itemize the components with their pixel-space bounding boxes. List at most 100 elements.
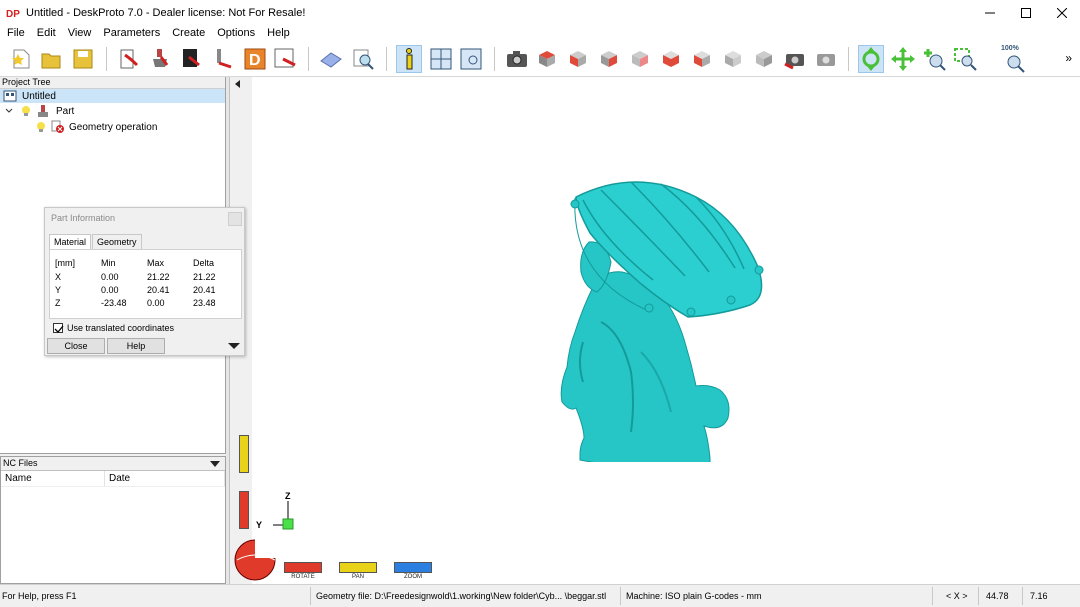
row-min: 0.00 [101, 285, 119, 295]
camera-forward-icon [817, 54, 835, 66]
next-view-button[interactable] [813, 45, 839, 73]
view-left-button[interactable] [658, 45, 684, 73]
menu-parameters[interactable]: Parameters [103, 27, 160, 39]
menu-file[interactable]: File [7, 27, 25, 39]
menu-edit[interactable]: Edit [37, 27, 56, 39]
menu-create[interactable]: Create [172, 27, 205, 39]
zoom-in-icon [924, 49, 946, 71]
beggar-3d-model[interactable] [531, 172, 791, 462]
zoom-100-button[interactable]: 100% [1000, 45, 1030, 73]
menu-help[interactable]: Help [267, 27, 290, 39]
use-translated-checkbox-row[interactable]: Use translated coordinates [53, 323, 174, 333]
open-folder-icon [41, 53, 61, 69]
camera-view-button[interactable] [504, 45, 530, 73]
cube-view-icon [756, 51, 772, 67]
export-button[interactable] [272, 45, 298, 73]
dropdown-arrow-icon[interactable] [210, 460, 220, 468]
part-info-table: [mm] Min Max Delta X 0.00 21.22 21.22 Y … [49, 249, 242, 319]
rotate-dial[interactable] [233, 538, 277, 582]
row-axis: Y [55, 285, 62, 295]
menu-options[interactable]: Options [217, 27, 255, 39]
letter-d-icon: D [244, 48, 266, 70]
row-min: 0.00 [101, 272, 119, 282]
status-geometry-file: Geometry file: D:\Freedesignwold\1.worki… [316, 591, 607, 601]
status-coord-y: 7.16 [1030, 591, 1048, 601]
tab-geometry[interactable]: Geometry [92, 234, 142, 249]
tree-item-project[interactable]: Untitled [0, 89, 225, 103]
dialog-close-button[interactable] [228, 212, 242, 226]
layout-button[interactable] [428, 45, 454, 73]
close-button[interactable] [1044, 0, 1080, 25]
view-bottom-button[interactable] [689, 45, 715, 73]
3d-viewport[interactable]: Z Y ROTATE PAN ZOOM [231, 77, 1080, 584]
row-max: 21.22 [147, 272, 170, 282]
zoom-mode-button[interactable] [921, 45, 947, 73]
zoom-window-button[interactable] [952, 45, 978, 73]
toolpath-button[interactable] [210, 45, 236, 73]
expand-down-icon[interactable] [228, 342, 240, 350]
use-translated-checkbox[interactable] [53, 323, 64, 333]
column-header-date[interactable]: Date [105, 471, 225, 486]
open-project-button[interactable] [38, 45, 64, 73]
pan-slider[interactable] [339, 562, 377, 573]
collapse-arrow-icon[interactable] [233, 79, 243, 89]
pan-vertical-gauge[interactable] [239, 435, 249, 473]
inspect-button[interactable] [350, 45, 376, 73]
lightbulb-icon[interactable] [20, 105, 32, 117]
row-delta: 20.41 [193, 285, 216, 295]
deskproto-window: DP Untitled - DeskProto 7.0 - Dealer lic… [0, 0, 1080, 607]
view-iso2-button[interactable] [751, 45, 777, 73]
toolbar-overflow-button[interactable]: » [1065, 51, 1072, 65]
row-delta: 23.48 [193, 298, 216, 308]
rotate-label: ROTATE [291, 574, 315, 580]
view-front-button[interactable] [565, 45, 591, 73]
zoom-window-icon [954, 48, 977, 71]
load-geometry-button[interactable] [116, 45, 142, 73]
camera-back-icon [784, 54, 804, 70]
svg-text:D: D [249, 52, 261, 69]
maximize-button[interactable] [1008, 0, 1044, 25]
save-project-button[interactable] [70, 45, 96, 73]
tree-item-operation[interactable]: Geometry operation [35, 120, 157, 134]
help-dialog-button[interactable]: Help [107, 338, 165, 354]
view-window-button[interactable] [458, 45, 484, 73]
rotate-vertical-gauge[interactable] [239, 491, 249, 529]
eraser-button[interactable] [318, 45, 344, 73]
cube-view-icon [539, 51, 555, 67]
pan-mode-button[interactable] [890, 45, 916, 73]
zoom-slider[interactable] [394, 562, 432, 573]
minimize-button[interactable] [972, 0, 1008, 25]
tree-item-label: Geometry operation [69, 121, 158, 133]
view-iso-button[interactable] [720, 45, 746, 73]
column-header-name[interactable]: Name [1, 471, 105, 486]
project-icon [3, 90, 17, 102]
view-right-button[interactable] [596, 45, 622, 73]
view-top-button[interactable] [534, 45, 560, 73]
part-parameters-button[interactable] [148, 45, 174, 73]
status-coord-label: < X > [946, 591, 968, 601]
close-dialog-button[interactable]: Close [47, 338, 105, 354]
dialog-title-bar[interactable]: Part Information [45, 208, 244, 229]
dimensions-button[interactable]: D [242, 45, 268, 73]
nc-files-title: NC Files [3, 458, 38, 468]
new-project-button[interactable] [8, 45, 34, 73]
menu-view[interactable]: View [68, 27, 92, 39]
svg-text:DP: DP [6, 9, 20, 20]
rotate-mode-button[interactable] [858, 45, 884, 73]
chevron-down-icon[interactable] [4, 106, 14, 116]
rotate-arrows-icon [862, 47, 880, 71]
previous-view-button[interactable] [782, 45, 808, 73]
axis-y-label: Y [256, 520, 263, 530]
info-icon [406, 48, 413, 70]
lightbulb-icon[interactable] [35, 121, 47, 133]
header-max: Max [147, 258, 165, 268]
operation-parameters-button[interactable] [178, 45, 204, 73]
tab-material[interactable]: Material [49, 234, 92, 250]
rotate-slider[interactable] [284, 562, 322, 573]
view-back-button[interactable] [627, 45, 653, 73]
save-disk-icon [73, 49, 93, 69]
part-info-button[interactable] [396, 45, 422, 73]
part-information-dialog: Part Information Material Geometry [mm] … [44, 207, 245, 356]
tree-item-part[interactable]: Part [4, 104, 74, 118]
nc-files-header: NC Files [1, 457, 225, 471]
